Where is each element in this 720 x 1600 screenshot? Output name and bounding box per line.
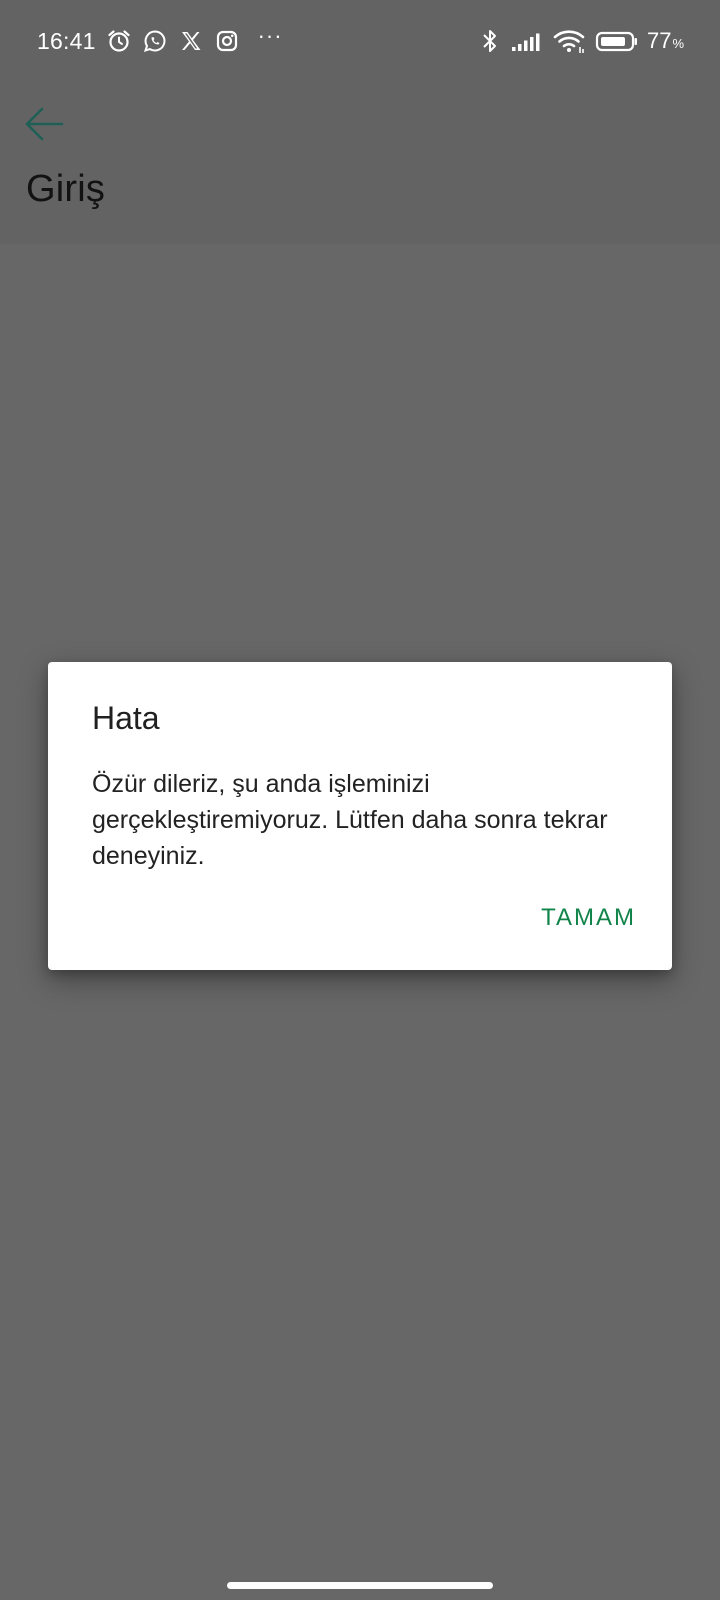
- signal-icon: [511, 28, 545, 54]
- battery-icon: [595, 28, 639, 54]
- more-notifications-icon: ···: [257, 23, 283, 48]
- dialog-title: Hata: [92, 700, 160, 736]
- whatsapp-icon: [142, 28, 168, 54]
- battery-level: 77 %: [647, 28, 684, 54]
- back-button[interactable]: [20, 102, 68, 150]
- gesture-navigation-bar[interactable]: [227, 1582, 493, 1589]
- status-bar-right: 77 %: [477, 25, 684, 57]
- app-bar: Giriş: [0, 84, 720, 244]
- dialog-message: Özür dileriz, şu anda işleminizi gerçekl…: [92, 770, 608, 870]
- battery-level-unit: %: [672, 36, 684, 51]
- arrow-left-icon: [22, 102, 66, 151]
- bluetooth-icon: [477, 28, 503, 54]
- alarm-clock-icon: [106, 28, 132, 54]
- status-time: 16:41: [37, 27, 96, 54]
- battery-level-value: 77: [646, 28, 672, 53]
- page-title: Giriş: [26, 168, 106, 210]
- ok-button[interactable]: TAMAM: [535, 894, 642, 942]
- x-twitter-icon: [178, 28, 204, 54]
- status-bar: 16:41 ··· 77 %: [0, 0, 720, 84]
- status-bar-left: 16:41 ···: [37, 23, 283, 57]
- error-dialog: Hata Özür dileriz, şu anda işleminizi ge…: [48, 662, 672, 970]
- instagram-icon: [214, 28, 240, 54]
- wifi-icon: [553, 28, 587, 54]
